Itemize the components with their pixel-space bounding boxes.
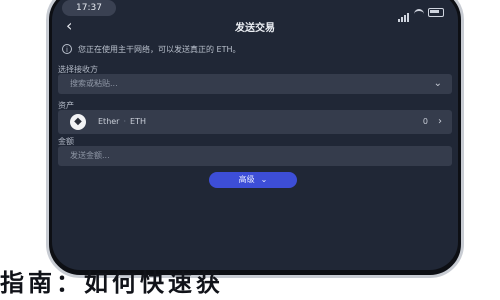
amount-input[interactable]: 发送金额... [58, 146, 452, 166]
recipient-placeholder: 搜索或粘贴... [70, 79, 118, 88]
asset-symbol: ETH [130, 117, 146, 126]
notice-text: 您正在使用主干网络，可以发送真正的 ETH。 [78, 44, 241, 54]
asset-selector[interactable]: ◆ Ether · ETH 0 › [58, 110, 452, 134]
network-notice: i 您正在使用主干网络，可以发送真正的 ETH。 [62, 40, 448, 58]
recipient-input[interactable]: 搜索或粘贴... ⌄ [58, 74, 452, 94]
advanced-button-label: 高级 [238, 175, 255, 184]
screenshot-scene: 17:37 ‹ 发送交易 i 您正在使用主干网络，可以发送真正的 ETH。 选择… [0, 0, 500, 300]
asset-name-text: Ether [98, 117, 120, 126]
chevron-down-icon[interactable]: ⌄ [434, 74, 442, 94]
asset-name: Ether · ETH [98, 110, 146, 134]
article-banner-text: 指南：如何快速获 [0, 268, 224, 297]
amount-placeholder: 发送金额... [70, 151, 110, 160]
ethereum-icon: ◆ [70, 114, 86, 130]
asset-separator: · [123, 117, 127, 126]
page-header: ‹ 发送交易 [52, 16, 458, 36]
chevron-right-icon[interactable]: › [438, 110, 442, 134]
asset-balance: 0 [422, 117, 428, 126]
info-icon: i [62, 44, 72, 54]
page-title: 发送交易 [235, 23, 275, 34]
advanced-button[interactable]: 高级 ⌄ [209, 172, 297, 188]
chevron-down-icon: ⌄ [260, 175, 268, 184]
phone-screen: 17:37 ‹ 发送交易 i 您正在使用主干网络，可以发送真正的 ETH。 选择… [52, 0, 458, 270]
status-time: 17:37 [62, 0, 116, 16]
